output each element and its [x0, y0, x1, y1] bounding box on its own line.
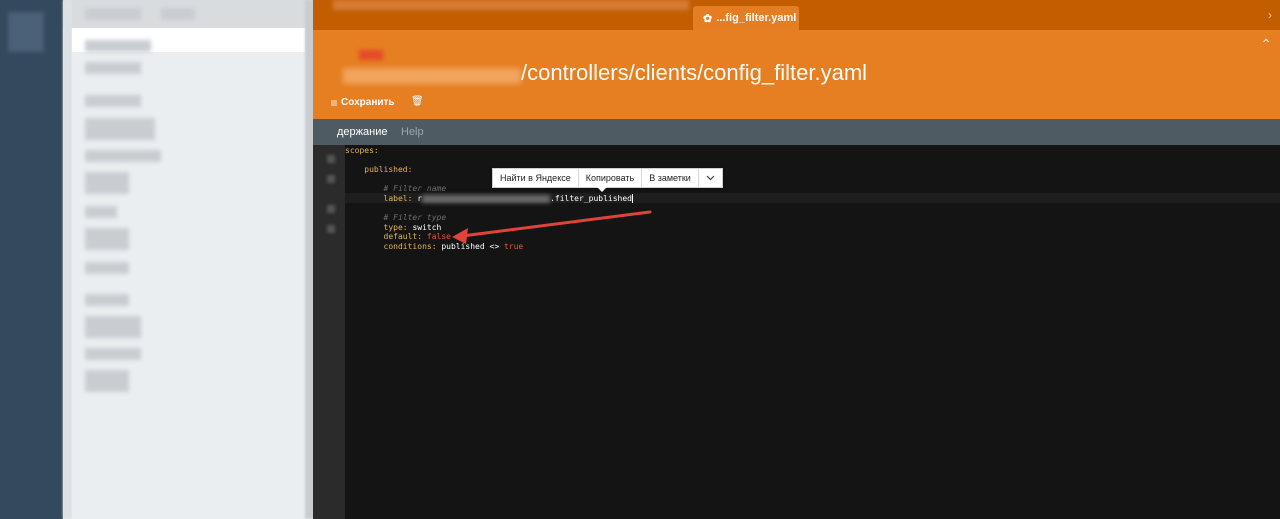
sidebar-left-border: [63, 0, 72, 519]
sidebar-item[interactable]: [85, 150, 161, 162]
sidebar-item[interactable]: [85, 262, 129, 274]
sidebar-item[interactable]: [85, 172, 129, 194]
blurred-line-number: [327, 155, 335, 163]
sidebar-item[interactable]: [85, 95, 141, 107]
blurred-line-number: [327, 175, 335, 183]
blurred-tabs: [333, 0, 689, 10]
sidebar-item[interactable]: [85, 62, 141, 74]
blurred-text: [85, 8, 141, 20]
blurred-line-number: [327, 225, 335, 233]
save-button[interactable]: Сохранить: [331, 97, 395, 108]
sidebar-item[interactable]: [85, 118, 155, 140]
sidebar-item[interactable]: [85, 228, 129, 250]
chevron-down-icon[interactable]: [699, 169, 722, 187]
blurred-value: [422, 194, 551, 203]
tab-content[interactable]: держание: [337, 126, 387, 138]
file-header: ⌃ /controllers/clients/config_filter.yam…: [313, 30, 1280, 119]
file-path-title: /controllers/clients/config_filter.yaml: [521, 60, 868, 85]
blurred-logo: [8, 12, 44, 52]
search-yandex-button[interactable]: Найти в Яндексе: [493, 169, 579, 187]
save-label: Сохранить: [341, 97, 395, 108]
save-icon: [331, 99, 337, 106]
content-tabs: держание Help: [313, 119, 1280, 145]
sidebar-item[interactable]: [85, 40, 151, 52]
code-line: # Filter name: [383, 184, 447, 193]
code-line: label: r .filter_published: [383, 194, 633, 203]
code-editor[interactable]: scopes: published: # Filter name label: …: [345, 145, 1280, 519]
selection-context-toolbar: Найти в Яндексе Копировать В заметки: [492, 168, 723, 188]
editor: ✿ ...fig_filter.yaml › ⌃ /controllers/cl…: [313, 0, 1280, 519]
sidebar-item[interactable]: [85, 206, 117, 218]
chevron-right-icon[interactable]: ›: [1268, 8, 1272, 22]
tab-help[interactable]: Help: [401, 126, 424, 138]
text-cursor: [631, 194, 633, 203]
left-nav-rail: [0, 0, 63, 519]
line-gutter: [313, 145, 345, 519]
sidebar-item[interactable]: [85, 294, 129, 306]
sidebar-item[interactable]: [85, 370, 129, 392]
chevron-up-icon[interactable]: ⌃: [1260, 36, 1272, 53]
toolbar-pointer: [597, 187, 607, 192]
tab-config-filter[interactable]: ✿ ...fig_filter.yaml: [693, 6, 799, 30]
code-line: published:: [364, 165, 413, 174]
cms-logo-icon: ✿: [703, 12, 713, 25]
tab-bar: ✿ ...fig_filter.yaml ›: [313, 0, 1280, 30]
code-line: # Filter type: [383, 213, 447, 222]
sidebar: [63, 0, 315, 519]
copy-button[interactable]: Копировать: [579, 169, 643, 187]
code-line: default: false: [383, 232, 451, 241]
sidebar-item[interactable]: [85, 316, 141, 338]
trash-icon[interactable]: 🗑: [411, 96, 424, 107]
blurred-path-segment: [359, 50, 383, 60]
blurred-text: [161, 8, 195, 20]
code-line: scopes:: [345, 146, 379, 155]
sidebar-item[interactable]: [85, 348, 141, 360]
add-to-notes-button[interactable]: В заметки: [642, 169, 699, 187]
blurred-path-segment: [343, 68, 521, 84]
code-line: conditions: published <> true: [383, 242, 524, 251]
tab-label: ...fig_filter.yaml: [716, 12, 797, 24]
blurred-line-number: [327, 205, 335, 213]
